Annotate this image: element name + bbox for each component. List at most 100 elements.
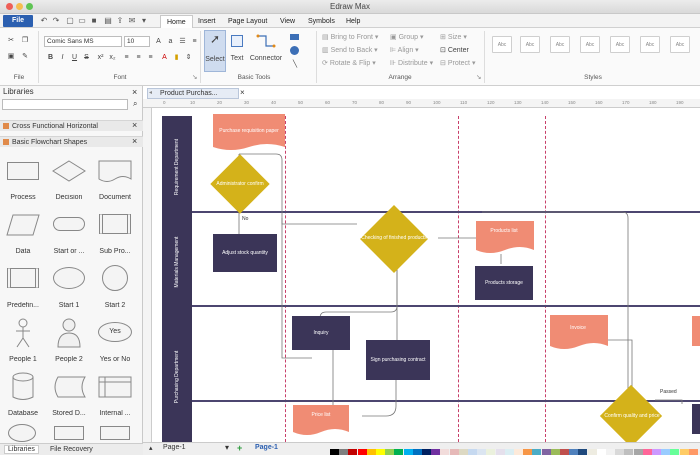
shape-database[interactable]: Database: [0, 370, 46, 424]
bold-icon[interactable]: B: [46, 53, 55, 62]
color-swatch[interactable]: [615, 449, 625, 455]
style-tile[interactable]: Abc: [670, 36, 690, 53]
strikethrough-icon[interactable]: S: [82, 53, 91, 62]
color-swatch[interactable]: [458, 449, 468, 455]
shape-process[interactable]: Process: [0, 154, 46, 208]
new-file-icon[interactable]: ▢: [66, 17, 74, 25]
menu-view[interactable]: View: [274, 15, 301, 28]
color-swatch[interactable]: [633, 449, 643, 455]
send-to-back-button[interactable]: ▥ Send to Back ▾: [322, 46, 378, 55]
tab-scroll-icon[interactable]: ◂: [149, 89, 152, 96]
tab-file-recovery[interactable]: File Recovery: [50, 446, 93, 453]
shape-start-2[interactable]: Start 2: [92, 262, 138, 316]
color-swatch[interactable]: [606, 449, 615, 455]
color-swatch[interactable]: [679, 449, 689, 455]
page-selector[interactable]: Page-1: [163, 444, 186, 451]
font-family-select[interactable]: Comic Sans MS: [44, 36, 122, 47]
shape-predefined[interactable]: Predefin...: [0, 262, 46, 316]
color-swatch[interactable]: [670, 449, 680, 455]
search-icon[interactable]: ⌕: [133, 99, 137, 109]
shape-partial-icon[interactable]: [8, 424, 36, 442]
customize-dropdown-icon[interactable]: ▾: [140, 17, 148, 25]
shape-partial-icon[interactable]: [54, 426, 84, 440]
color-swatch[interactable]: [569, 449, 579, 455]
open-folder-icon[interactable]: ▭: [78, 17, 86, 25]
color-swatch[interactable]: [330, 449, 339, 455]
arrange-dialog-launcher-icon[interactable]: ↘: [476, 73, 481, 81]
color-swatch[interactable]: [366, 449, 376, 455]
color-swatch[interactable]: [495, 449, 505, 455]
shape-data[interactable]: Data: [0, 208, 46, 262]
save-icon[interactable]: ■: [90, 17, 98, 25]
font-dialog-launcher-icon[interactable]: ↘: [192, 73, 197, 81]
color-swatch[interactable]: [532, 449, 542, 455]
close-category-icon[interactable]: ×: [132, 120, 137, 130]
file-menu-button[interactable]: File: [3, 15, 33, 27]
document-tab[interactable]: Product Purchas...: [147, 88, 239, 99]
select-tool-button[interactable]: ➚ Select: [204, 30, 226, 72]
add-page-icon[interactable]: +: [237, 443, 242, 453]
text-tool-button[interactable]: Text: [228, 30, 246, 72]
style-tile[interactable]: Abc: [640, 36, 660, 53]
shape-start-1[interactable]: Start 1: [46, 262, 92, 316]
style-tile[interactable]: Abc: [580, 36, 600, 53]
color-swatch[interactable]: [357, 449, 367, 455]
copy-icon[interactable]: ❐: [20, 36, 30, 45]
italic-icon[interactable]: I: [58, 53, 67, 62]
print-icon[interactable]: ▤: [104, 17, 112, 25]
font-color-icon[interactable]: A: [160, 53, 169, 62]
sign-contract-shape[interactable]: Sign purchasing contract: [366, 340, 430, 380]
color-swatch[interactable]: [550, 449, 560, 455]
library-category[interactable]: Basic Flowchart Shapes: [0, 136, 143, 147]
close-tab-icon[interactable]: ×: [240, 88, 245, 97]
export-icon[interactable]: ⇪: [116, 17, 124, 25]
shape-stored-data[interactable]: Stored D...: [46, 370, 92, 424]
bullet-list-icon[interactable]: ☰: [178, 37, 187, 46]
highlight-icon[interactable]: ▮: [172, 53, 181, 62]
color-swatch[interactable]: [596, 449, 606, 455]
adjust-stock-shape[interactable]: Adjust stock quantity: [213, 234, 277, 272]
center-button[interactable]: ⊡ Center: [440, 46, 469, 55]
close-category-icon[interactable]: ×: [132, 136, 137, 146]
color-swatch[interactable]: [412, 449, 422, 455]
page-tab[interactable]: Page-1: [255, 444, 278, 451]
rotate-flip-button[interactable]: ⟳ Rotate & Flip ▾: [322, 59, 376, 68]
undo-icon[interactable]: ↶: [40, 17, 48, 25]
color-swatch[interactable]: [403, 449, 413, 455]
shape-people-2[interactable]: People 2: [46, 316, 92, 370]
shape-document[interactable]: Document: [92, 154, 138, 208]
ellipse-shape-icon[interactable]: [290, 46, 299, 55]
shape-decision[interactable]: Decision: [46, 154, 92, 208]
style-tile[interactable]: Abc: [610, 36, 630, 53]
distribute-button[interactable]: ⊪ Distribute ▾: [390, 59, 433, 68]
library-category[interactable]: Cross Functional Horizontal: [0, 120, 143, 131]
library-search-input[interactable]: [2, 99, 128, 110]
color-swatch[interactable]: [431, 449, 441, 455]
color-swatch[interactable]: [376, 449, 385, 455]
shape-yes-or-no[interactable]: Yes Yes or No: [92, 316, 138, 370]
products-storage-shape[interactable]: Products storage: [475, 266, 533, 300]
align-left-icon[interactable]: ≡: [122, 53, 131, 62]
color-swatch[interactable]: [440, 449, 450, 455]
pages-scroll-icon[interactable]: ▴: [149, 444, 153, 452]
shape-start-or-end[interactable]: Start or ...: [46, 208, 92, 262]
font-size-select[interactable]: 10: [124, 36, 150, 47]
inquiry-shape[interactable]: Inquiry: [292, 316, 350, 350]
color-swatch[interactable]: [504, 449, 514, 455]
menu-page-layout[interactable]: Page Layout: [222, 15, 273, 28]
format-painter-icon[interactable]: ✎: [20, 52, 30, 61]
close-libraries-icon[interactable]: ×: [132, 87, 137, 97]
menu-insert[interactable]: Insert: [192, 15, 222, 28]
style-tile[interactable]: Abc: [550, 36, 570, 53]
menu-home[interactable]: Home: [160, 15, 193, 28]
color-swatch[interactable]: [339, 449, 349, 455]
color-swatch[interactable]: [642, 449, 652, 455]
superscript-icon[interactable]: x²: [96, 53, 105, 62]
underline-icon[interactable]: U: [70, 53, 79, 62]
align-center-icon[interactable]: ≡: [134, 53, 143, 62]
color-swatch[interactable]: [523, 449, 533, 455]
tab-libraries[interactable]: Libraries: [4, 445, 39, 454]
color-swatch[interactable]: [652, 449, 661, 455]
color-swatch[interactable]: [578, 449, 588, 455]
share-icon[interactable]: ✉: [128, 17, 136, 25]
